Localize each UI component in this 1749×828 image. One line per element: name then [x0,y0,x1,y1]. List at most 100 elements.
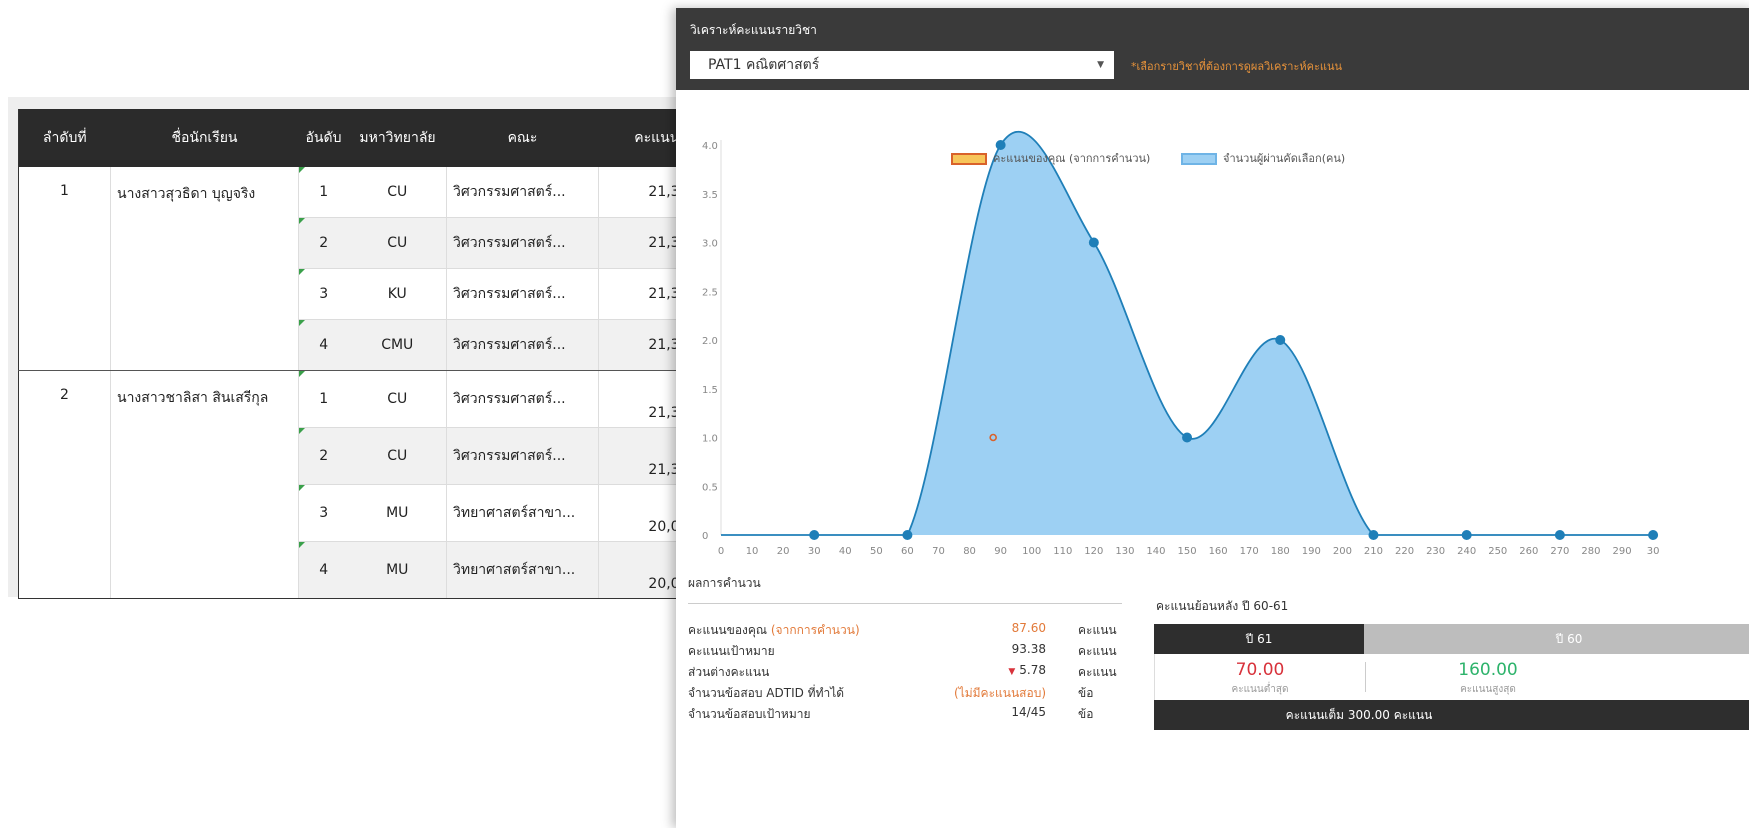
choice-faculty: วิศวกรรมศาสตร์... [446,268,599,320]
choice-score: 21,31 [598,268,689,320]
x-tick-label: 70 [932,546,945,557]
x-tick-label: 270 [1550,546,1569,557]
result-label-note: (จากการคำนวน) [770,623,860,637]
y-tick-label: 3.5 [702,190,718,201]
score-chart: 0 0.5 1.0 1.5 2.0 2.5 3.0 3.5 4.0 0 10 20 30 40 50 60 70… [702,130,1659,557]
choice-score: 21,31 [598,217,689,269]
choice-order: 1 [298,167,349,218]
data-point [1182,432,1193,443]
choice-order: 2 [298,217,349,269]
choice-faculty: วิทยาศาสตร์สาขา... [446,484,599,542]
max-score-value: 160.00 [1458,660,1518,680]
result-value: 87.60 [1011,621,1046,635]
divider [1365,662,1366,692]
legend-item-passed-count[interactable]: จำนวนผู้ผ่านคัดเลือก(คน) [1181,149,1345,167]
y-tick-label: 0.5 [702,482,718,493]
data-point [1088,237,1099,248]
choice-faculty: วิศวกรรมศาสตร์... [446,217,599,269]
x-tick-label: 30 [808,546,821,557]
x-tick-label: 210 [1364,546,1383,557]
legend-label: คะแนนของคุณ (จากการคำนวน) [993,152,1151,165]
history-scores: ปี 61 ปี 60 70.00 คะแนนต่ำสุด 160.00 คะแ… [1154,624,1749,730]
choice-score: 20,08 [598,541,689,599]
x-tick-label: 40 [839,546,852,557]
tab-year-61[interactable]: ปี 61 [1154,624,1364,654]
result-label: คะแนนของคุณ [688,623,768,637]
result-value: 5.78 [1019,663,1046,677]
x-tick-label: 290 [1612,546,1631,557]
score-analysis-panel: วิเคราะห์คะแนนรายวิชา PAT1 คณิตศาสตร์ ▼ … [676,8,1749,828]
choice-score: 21,32 [598,427,689,485]
y-tick-label: 2.0 [702,336,718,347]
x-tick-label: 110 [1053,546,1072,557]
choice-order: 4 [298,319,349,371]
student-name: นางสาวชาลิสา สินเสรีกุล [110,370,299,599]
choice-order: 1 [298,370,349,428]
choice-university: MU [348,484,447,542]
x-tick-label: 90 [994,546,1007,557]
choice-order: 4 [298,541,349,599]
min-score-value: 70.00 [1235,660,1285,680]
y-tick-label: 3.0 [702,239,718,250]
header-faculty: คณะ [446,109,599,167]
chevron-down-icon: ▼ [1008,667,1016,677]
choice-university: CU [348,370,447,428]
result-row: คะแนนของคุณ (จากการคำนวน) 87.60 คะแนน [688,618,1124,639]
choice-order: 2 [298,427,349,485]
table-row[interactable]: 2 นางสาวชาลิสา สินเสรีกุล 1 CU วิศวกรรมศ… [18,370,689,599]
x-tick-label: 80 [963,546,976,557]
x-tick-label: 0 [718,546,724,557]
table-header-row: ลำดับที่ ชื่อนักเรียน อันดับ มหาวิทยาลัย… [18,109,689,167]
x-tick-label: 240 [1457,546,1476,557]
x-tick-label: 140 [1146,546,1165,557]
result-row: จำนวนข้อสอบ ADTID ที่ทำได้ (ไม่มีคะแนนสอ… [688,681,1124,702]
result-value: (ไม่มีคะแนนสอบ) [954,686,1046,700]
result-row: ส่วนต่างคะแนน ▼ 5.78 คะแนน [688,660,1124,681]
header-score: คะแนนที่ [598,109,689,167]
x-tick-label: 230 [1426,546,1445,557]
history-body: 70.00 คะแนนต่ำสุด 160.00 คะแนนสูงสุด [1154,654,1749,700]
x-tick-label: 220 [1395,546,1414,557]
result-unit: ข้อ [1078,707,1094,721]
x-tick-label: 200 [1333,546,1352,557]
data-point [902,530,913,540]
y-tick-label: 1.0 [702,434,718,445]
series-area [814,131,1654,535]
student-table: ลำดับที่ ชื่อนักเรียน อันดับ มหาวิทยาลัย… [18,109,689,599]
student-name: นางสาวสุวธิดา บุญจริง [110,167,299,371]
result-unit: คะแนน [1078,644,1117,658]
result-row: คะแนนเป้าหมาย 93.38 คะแนน [688,639,1124,660]
data-point [1275,335,1286,345]
x-tick-label: 100 [1022,546,1041,557]
header-university: มหาวิทยาลัย [348,109,447,167]
choice-faculty: วิศวกรรมศาสตร์... [446,370,599,428]
y-tick-label: 1.5 [702,385,718,396]
y-tick-label: 2.5 [702,287,718,298]
student-table-panel: ลำดับที่ ชื่อนักเรียน อันดับ มหาวิทยาลัย… [8,97,708,599]
full-score-bar: คะแนนเต็ม 300.00 คะแนน [1154,700,1749,730]
choice-faculty: วิศวกรรมศาสตร์... [446,167,599,218]
data-point [1461,530,1472,540]
choice-score: 20,08 [598,484,689,542]
x-tick-label: 260 [1519,546,1538,557]
y-tick-label: 4.0 [702,141,718,152]
choice-university: KU [348,268,447,320]
tab-year-60[interactable]: ปี 60 [1364,624,1749,654]
result-label: ส่วนต่างคะแนน [688,665,770,679]
choice-university: CU [348,167,447,218]
result-label: จำนวนข้อสอบเป้าหมาย [688,707,811,721]
header-rank: ลำดับที่ [18,109,111,167]
choice-faculty: วิทยาศาสตร์สาขา... [446,541,599,599]
x-tick-label: 190 [1302,546,1321,557]
x-tick-label: 180 [1271,546,1290,557]
x-tick-label: 60 [901,546,914,557]
x-tick-label: 250 [1488,546,1507,557]
legend-swatch [951,153,987,165]
choice-university: CMU [348,319,447,371]
calculation-results: ผลการคำนวน คะแนนของคุณ (จากการคำนวน) 87.… [688,574,1124,723]
result-unit: คะแนน [1078,623,1117,637]
legend-item-your-score[interactable]: คะแนนของคุณ (จากการคำนวน) [951,149,1150,167]
choice-faculty: วิศวกรรมศาสตร์... [446,319,599,371]
x-tick-label: 50 [870,546,883,557]
table-row[interactable]: 1 นางสาวสุวธิดา บุญจริง 1 CU วิศวกรรมศาส… [18,167,689,371]
